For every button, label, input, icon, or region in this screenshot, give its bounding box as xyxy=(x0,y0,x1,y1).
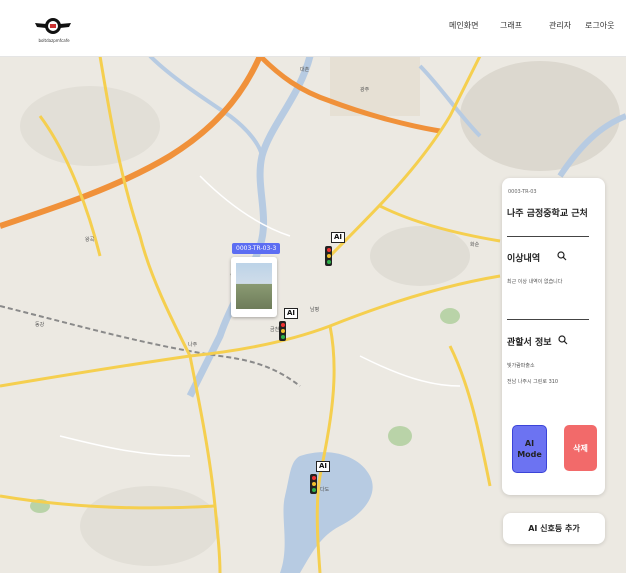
ai-badge: AI xyxy=(331,232,346,243)
map-label: 나주 xyxy=(188,342,198,348)
map-label: 금천 xyxy=(270,327,280,333)
camera-preview-card[interactable] xyxy=(231,257,277,317)
divider xyxy=(507,236,589,237)
ai-badge: AI xyxy=(316,461,331,472)
map-label: 화순 xyxy=(470,242,480,248)
traffic-light-icon[interactable] xyxy=(279,321,286,341)
delete-button[interactable]: 삭제 xyxy=(564,425,597,471)
signal-location-title: 나주 금정중학교 근처 xyxy=(507,209,588,219)
map-label: 대촌 xyxy=(300,67,310,73)
map-label: 왕곡 xyxy=(85,237,95,243)
ai-mode-label-line2: Mode xyxy=(517,450,542,459)
map-label: 동강 xyxy=(35,322,45,328)
anomaly-heading: 이상내역 xyxy=(507,254,541,264)
office-name: 빛가람파출소 xyxy=(507,363,535,369)
divider xyxy=(507,319,589,320)
add-ai-signal-button[interactable]: AI 신호등 추가 xyxy=(503,513,605,544)
map-label: 다도 xyxy=(320,487,330,493)
nav-main[interactable]: 메인화면 xyxy=(449,20,478,31)
nav-graph[interactable]: 그래프 xyxy=(500,20,522,31)
nav-logout[interactable]: 로그아웃 xyxy=(585,20,614,31)
signal-info-panel: 0003-TR-03 나주 금정중학교 근처 이상내역 최근 이상 내역이 없습… xyxy=(502,178,605,495)
anomaly-text: 최근 이상 내역이 없습니다 xyxy=(507,279,563,285)
signal-code: 0003-TR-03 xyxy=(508,189,537,195)
nav-admin[interactable]: 관리자 xyxy=(549,20,571,31)
office-address: 전남 나주시 그린로 310 xyxy=(507,379,559,385)
traffic-light-icon[interactable] xyxy=(310,474,317,494)
office-heading: 관할서 정보 xyxy=(507,338,552,348)
ai-mode-button[interactable]: AI Mode xyxy=(512,425,547,473)
logo-text: boltdazpmfcafe xyxy=(38,38,70,43)
traffic-light-icon[interactable] xyxy=(325,246,332,266)
camera-photo xyxy=(236,263,272,309)
top-header: boltdazpmfcafe 메인화면 그래프 관리자 로그아웃 xyxy=(0,0,626,57)
map-label: 광주 xyxy=(360,87,370,93)
map-label: 남평 xyxy=(310,307,320,313)
search-icon[interactable] xyxy=(557,251,567,261)
search-icon[interactable] xyxy=(558,335,568,345)
ai-badge: AI xyxy=(284,308,299,319)
ai-mode-label-line1: AI xyxy=(524,439,535,448)
camera-tag[interactable]: 0003-TR-03-3 xyxy=(232,243,281,254)
